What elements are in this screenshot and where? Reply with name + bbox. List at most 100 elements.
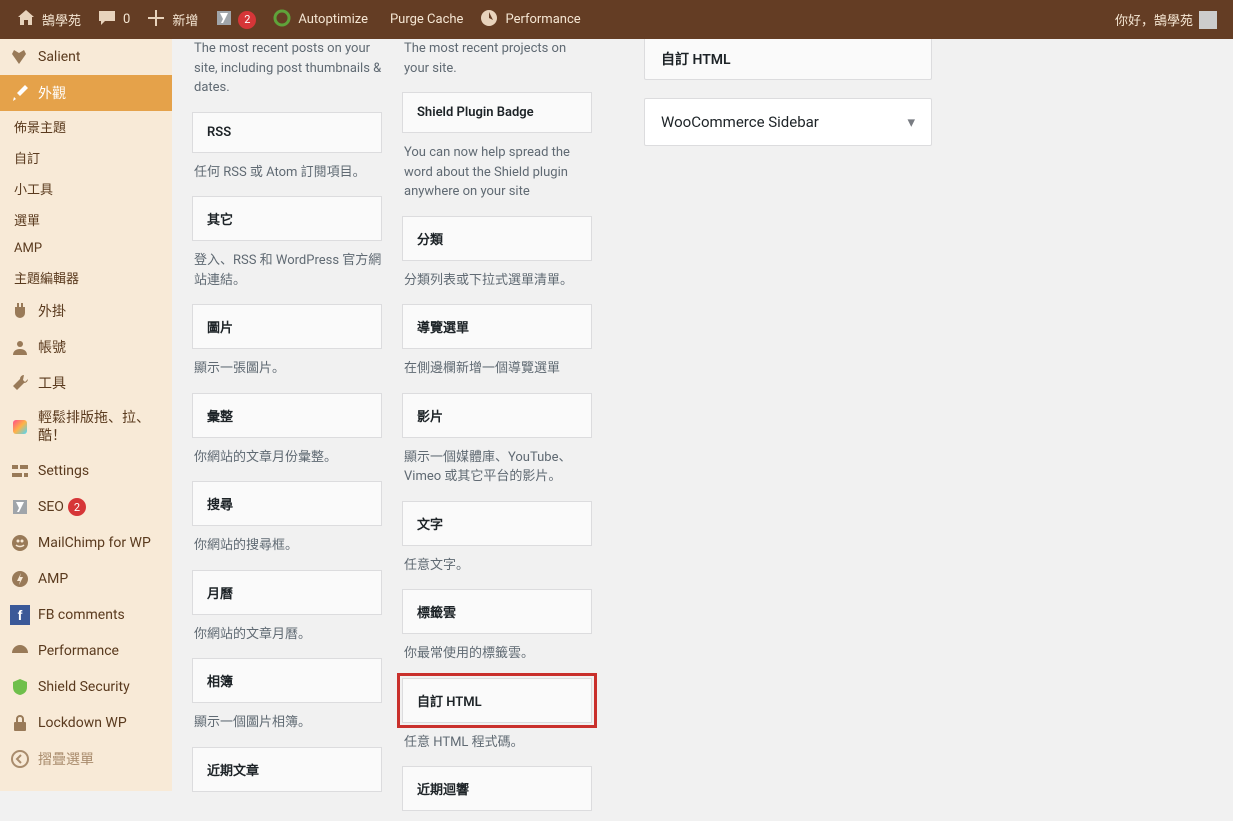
menu-tools-label: 工具 [38, 373, 66, 393]
content-area: The most recent posts on your site, incl… [172, 0, 1233, 821]
sidebar-woocommerce[interactable]: WooCommerce Sidebar ▾ [644, 98, 932, 146]
performance-icon [479, 8, 499, 32]
menu-mailchimp[interactable]: MailChimp for WP [0, 525, 172, 561]
widget-video[interactable]: 影片 [402, 393, 592, 438]
menu-salient-label: Salient [38, 49, 80, 65]
purge-cache-link[interactable]: Purge Cache [376, 0, 471, 39]
users-icon [10, 337, 30, 357]
autoptimize-icon [272, 8, 292, 32]
performance-link[interactable]: Performance [471, 0, 588, 39]
submenu-widgets[interactable]: 小工具 [0, 173, 172, 204]
menu-shield[interactable]: Shield Security [0, 669, 172, 705]
menu-plugins-label: 外掛 [38, 301, 66, 321]
yoast-link[interactable]: 2 [206, 0, 264, 39]
menu-collapse-label: 摺疊選單 [38, 749, 94, 769]
submenu-amp[interactable]: AMP [0, 235, 172, 262]
comments-link[interactable]: 0 [89, 0, 138, 39]
menu-settings[interactable]: Settings [0, 453, 172, 489]
collapse-icon [10, 749, 30, 769]
menu-easy-drag-label: 輕鬆排版拖、拉、酷！ [38, 409, 164, 445]
widget-search[interactable]: 搜尋 [192, 481, 382, 526]
appearance-submenu: 佈景主題 自訂 小工具 選單 AMP 主題編輯器 [0, 111, 172, 293]
new-content-link[interactable]: 新增 [138, 0, 206, 39]
gauge-icon [10, 641, 30, 661]
menu-seo[interactable]: SEO 2 [0, 489, 172, 525]
widget-desc: The most recent posts on your site, incl… [192, 39, 382, 98]
greeting-label: 你好，鵠學苑 [1115, 10, 1193, 29]
autoptimize-label: Autoptimize [298, 12, 368, 27]
submenu-menus[interactable]: 選單 [0, 204, 172, 235]
widget-column-1: The most recent posts on your site, incl… [192, 39, 382, 821]
menu-users-label: 帳號 [38, 337, 66, 357]
widget-rss[interactable]: RSS [192, 112, 382, 153]
widget-desc: 你最常使用的標籤雲。 [402, 644, 592, 664]
widget-custom-html[interactable]: 自訂 HTML [402, 678, 592, 723]
sidebar-widget-item[interactable]: 自訂 HTML [644, 39, 932, 80]
widget-recent-posts[interactable]: 近期文章 [192, 747, 382, 792]
widget-desc: 顯示一張圖片。 [192, 359, 382, 379]
menu-lockdown-label: Lockdown WP [38, 715, 127, 731]
site-name-link[interactable]: 鵠學苑 [8, 0, 89, 39]
menu-tools[interactable]: 工具 [0, 365, 172, 401]
menu-performance[interactable]: Performance [0, 633, 172, 669]
menu-amp[interactable]: AMP [0, 561, 172, 597]
menu-users[interactable]: 帳號 [0, 329, 172, 365]
submenu-themes[interactable]: 佈景主題 [0, 111, 172, 142]
home-icon [16, 8, 36, 32]
my-account-link[interactable]: 你好，鵠學苑 [1107, 0, 1225, 39]
menu-collapse[interactable]: 摺疊選單 [0, 741, 172, 777]
menu-amp-label: AMP [38, 571, 68, 587]
performance-label: Performance [505, 12, 580, 27]
settings-icon [10, 461, 30, 481]
widget-desc: 分類列表或下拉式選單清單。 [402, 271, 592, 291]
sidebar-title: WooCommerce Sidebar [661, 113, 819, 131]
menu-appearance[interactable]: 外觀 [0, 75, 172, 111]
submenu-customize[interactable]: 自訂 [0, 142, 172, 173]
menu-seo-label: SEO [38, 499, 64, 515]
menu-fb-comments[interactable]: f FB comments [0, 597, 172, 633]
widget-text[interactable]: 文字 [402, 501, 592, 546]
amp-icon [10, 569, 30, 589]
widget-column-2: The most recent projects on your site. S… [402, 39, 592, 821]
widget-categories[interactable]: 分類 [402, 216, 592, 261]
menu-appearance-label: 外觀 [38, 83, 66, 103]
widget-other[interactable]: 其它 [192, 196, 382, 241]
menu-salient[interactable]: Salient [0, 39, 172, 75]
purge-cache-label: Purge Cache [390, 12, 463, 27]
easy-drag-icon [10, 417, 30, 437]
widget-desc: 顯示一個圖片相簿。 [192, 713, 382, 733]
plugin-icon [10, 301, 30, 321]
widget-archives[interactable]: 彙整 [192, 393, 382, 438]
widget-desc: 任意文字。 [402, 556, 592, 576]
widget-shield-badge[interactable]: Shield Plugin Badge [402, 92, 592, 133]
seo-icon [10, 497, 30, 517]
avatar [1199, 11, 1217, 29]
menu-mailchimp-label: MailChimp for WP [38, 535, 151, 551]
comment-icon [97, 8, 117, 32]
widget-desc: 你網站的文章月曆。 [192, 625, 382, 645]
facebook-icon: f [10, 605, 30, 625]
menu-performance-label: Performance [38, 643, 119, 659]
admin-menu: Salient 外觀 佈景主題 自訂 小工具 選單 AMP 主題編輯器 外掛 帳… [0, 39, 172, 791]
widget-desc: 任意 HTML 程式碼。 [402, 733, 592, 753]
widget-image[interactable]: 圖片 [192, 304, 382, 349]
salient-icon [10, 47, 30, 67]
menu-easy-drag[interactable]: 輕鬆排版拖、拉、酷！ [0, 401, 172, 453]
chevron-down-icon: ▾ [907, 113, 915, 131]
widget-desc: You can now help spread the word about t… [402, 143, 592, 202]
widget-calendar[interactable]: 月曆 [192, 570, 382, 615]
menu-plugins[interactable]: 外掛 [0, 293, 172, 329]
widget-gallery[interactable]: 相簿 [192, 658, 382, 703]
widget-recent-comments[interactable]: 近期迴響 [402, 766, 592, 811]
menu-lockdown[interactable]: Lockdown WP [0, 705, 172, 741]
shield-icon [10, 677, 30, 697]
submenu-theme-editor[interactable]: 主題編輯器 [0, 262, 172, 293]
available-widgets: The most recent posts on your site, incl… [192, 39, 592, 821]
widget-desc: 你網站的搜尋框。 [192, 536, 382, 556]
autoptimize-link[interactable]: Autoptimize [264, 0, 376, 39]
admin-bar: 鵠學苑 0 新增 2 Autoptimize Purge Cache Perfo… [0, 0, 1233, 39]
widget-tag-cloud[interactable]: 標籤雲 [402, 589, 592, 634]
widget-nav-menu[interactable]: 導覽選單 [402, 304, 592, 349]
widget-desc: 顯示一個媒體庫、YouTube、Vimeo 或其它平台的影片。 [402, 448, 592, 487]
sidebar-area: 自訂 HTML WooCommerce Sidebar ▾ [644, 39, 932, 821]
